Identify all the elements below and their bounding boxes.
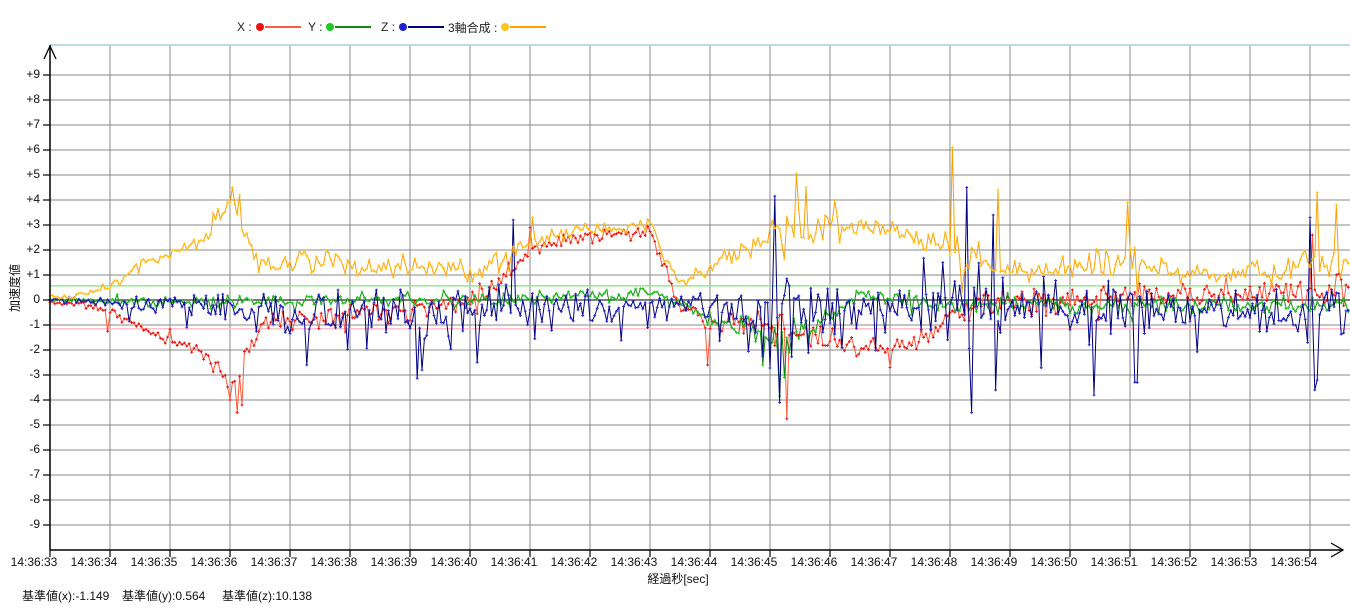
y-tick-label: -9 (2, 517, 40, 531)
y-tick-label: -8 (2, 492, 40, 506)
x-tick-label: 14:36:33 (2, 555, 66, 569)
series-markers-3軸合成 (49, 146, 1350, 300)
y-tick-label: -2 (2, 342, 40, 356)
series-markers-Y (49, 287, 1350, 398)
x-tick-label: 14:36:35 (122, 555, 186, 569)
y-tick-label: -1 (2, 317, 40, 331)
legend-item-y: Y : (308, 19, 371, 35)
legend-label-x: X : (237, 20, 252, 34)
x-tick-label: 14:36:38 (302, 555, 366, 569)
x-tick-label: 14:36:40 (422, 555, 486, 569)
x-tick-label: 14:36:37 (242, 555, 306, 569)
legend-marker-dot-y (326, 23, 334, 31)
acceleration-chart-window: X : Y : Z : 3軸合成 : 14:36:3314:36:3414:36… (0, 0, 1350, 610)
legend-label-y: Y : (308, 20, 322, 34)
legend-item-composite: 3軸合成 : (448, 19, 546, 35)
x-tick-label: 14:36:34 (62, 555, 126, 569)
y-axis-title: 加速度値 (6, 258, 22, 318)
legend-marker-dot-composite (501, 23, 509, 31)
y-tick-label: +8 (2, 92, 40, 106)
x-axis-title: 経過秒[sec] (618, 570, 738, 587)
legend-item-z: Z : (381, 19, 444, 35)
series-markers-X (49, 225, 1350, 420)
y-tick-label: +2 (2, 242, 40, 256)
legend-line-sample-y (335, 26, 371, 28)
y-tick-label: +6 (2, 142, 40, 156)
x-tick-label: 14:36:47 (842, 555, 906, 569)
y-tick-label: -3 (2, 367, 40, 381)
legend-label-z: Z : (381, 20, 395, 34)
baseline-status-bar: 基準値(x):-1.149 基準値(y):0.564 基準値(z):10.138 (0, 587, 1350, 605)
legend-item-x: X : (237, 19, 301, 35)
y-tick-label: +7 (2, 117, 40, 131)
legend-marker-dot-x (256, 23, 264, 31)
baseline-x-value: 基準値(x):-1.149 (22, 587, 109, 604)
y-tick-label: +3 (2, 217, 40, 231)
legend-marker-dot-z (399, 23, 407, 31)
series-line-3軸合成 (50, 148, 1348, 299)
x-tick-label: 14:36:53 (1202, 555, 1266, 569)
x-tick-label: 14:36:45 (722, 555, 786, 569)
y-tick-label: +9 (2, 67, 40, 81)
legend-line-sample-composite (510, 26, 546, 28)
x-tick-label: 14:36:50 (1022, 555, 1086, 569)
x-tick-label: 14:36:54 (1262, 555, 1326, 569)
y-tick-label: -4 (2, 392, 40, 406)
series-line-Y (50, 289, 1348, 397)
x-tick-label: 14:36:46 (782, 555, 846, 569)
x-tick-label: 14:36:44 (662, 555, 726, 569)
x-tick-label: 14:36:43 (602, 555, 666, 569)
x-tick-label: 14:36:36 (182, 555, 246, 569)
y-tick-label: -5 (2, 417, 40, 431)
x-tick-label: 14:36:39 (362, 555, 426, 569)
x-tick-label: 14:36:52 (1142, 555, 1206, 569)
y-tick-label: +5 (2, 167, 40, 181)
x-tick-label: 14:36:42 (542, 555, 606, 569)
y-tick-label: -7 (2, 467, 40, 481)
x-tick-label: 14:36:41 (482, 555, 546, 569)
y-tick-label: +4 (2, 192, 40, 206)
x-tick-label: 14:36:48 (902, 555, 966, 569)
legend-line-sample-z (408, 26, 444, 28)
legend-line-sample-x (265, 26, 301, 28)
x-tick-label: 14:36:51 (1082, 555, 1146, 569)
x-tick-label: 14:36:49 (962, 555, 1026, 569)
acceleration-line-chart (0, 0, 1350, 610)
y-tick-label: -6 (2, 442, 40, 456)
baseline-y-value: 基準値(y):0.564 (122, 587, 205, 604)
series-line-X (50, 227, 1348, 419)
legend-label-composite: 3軸合成 : (448, 19, 497, 36)
baseline-z-value: 基準値(z):10.138 (222, 587, 312, 604)
